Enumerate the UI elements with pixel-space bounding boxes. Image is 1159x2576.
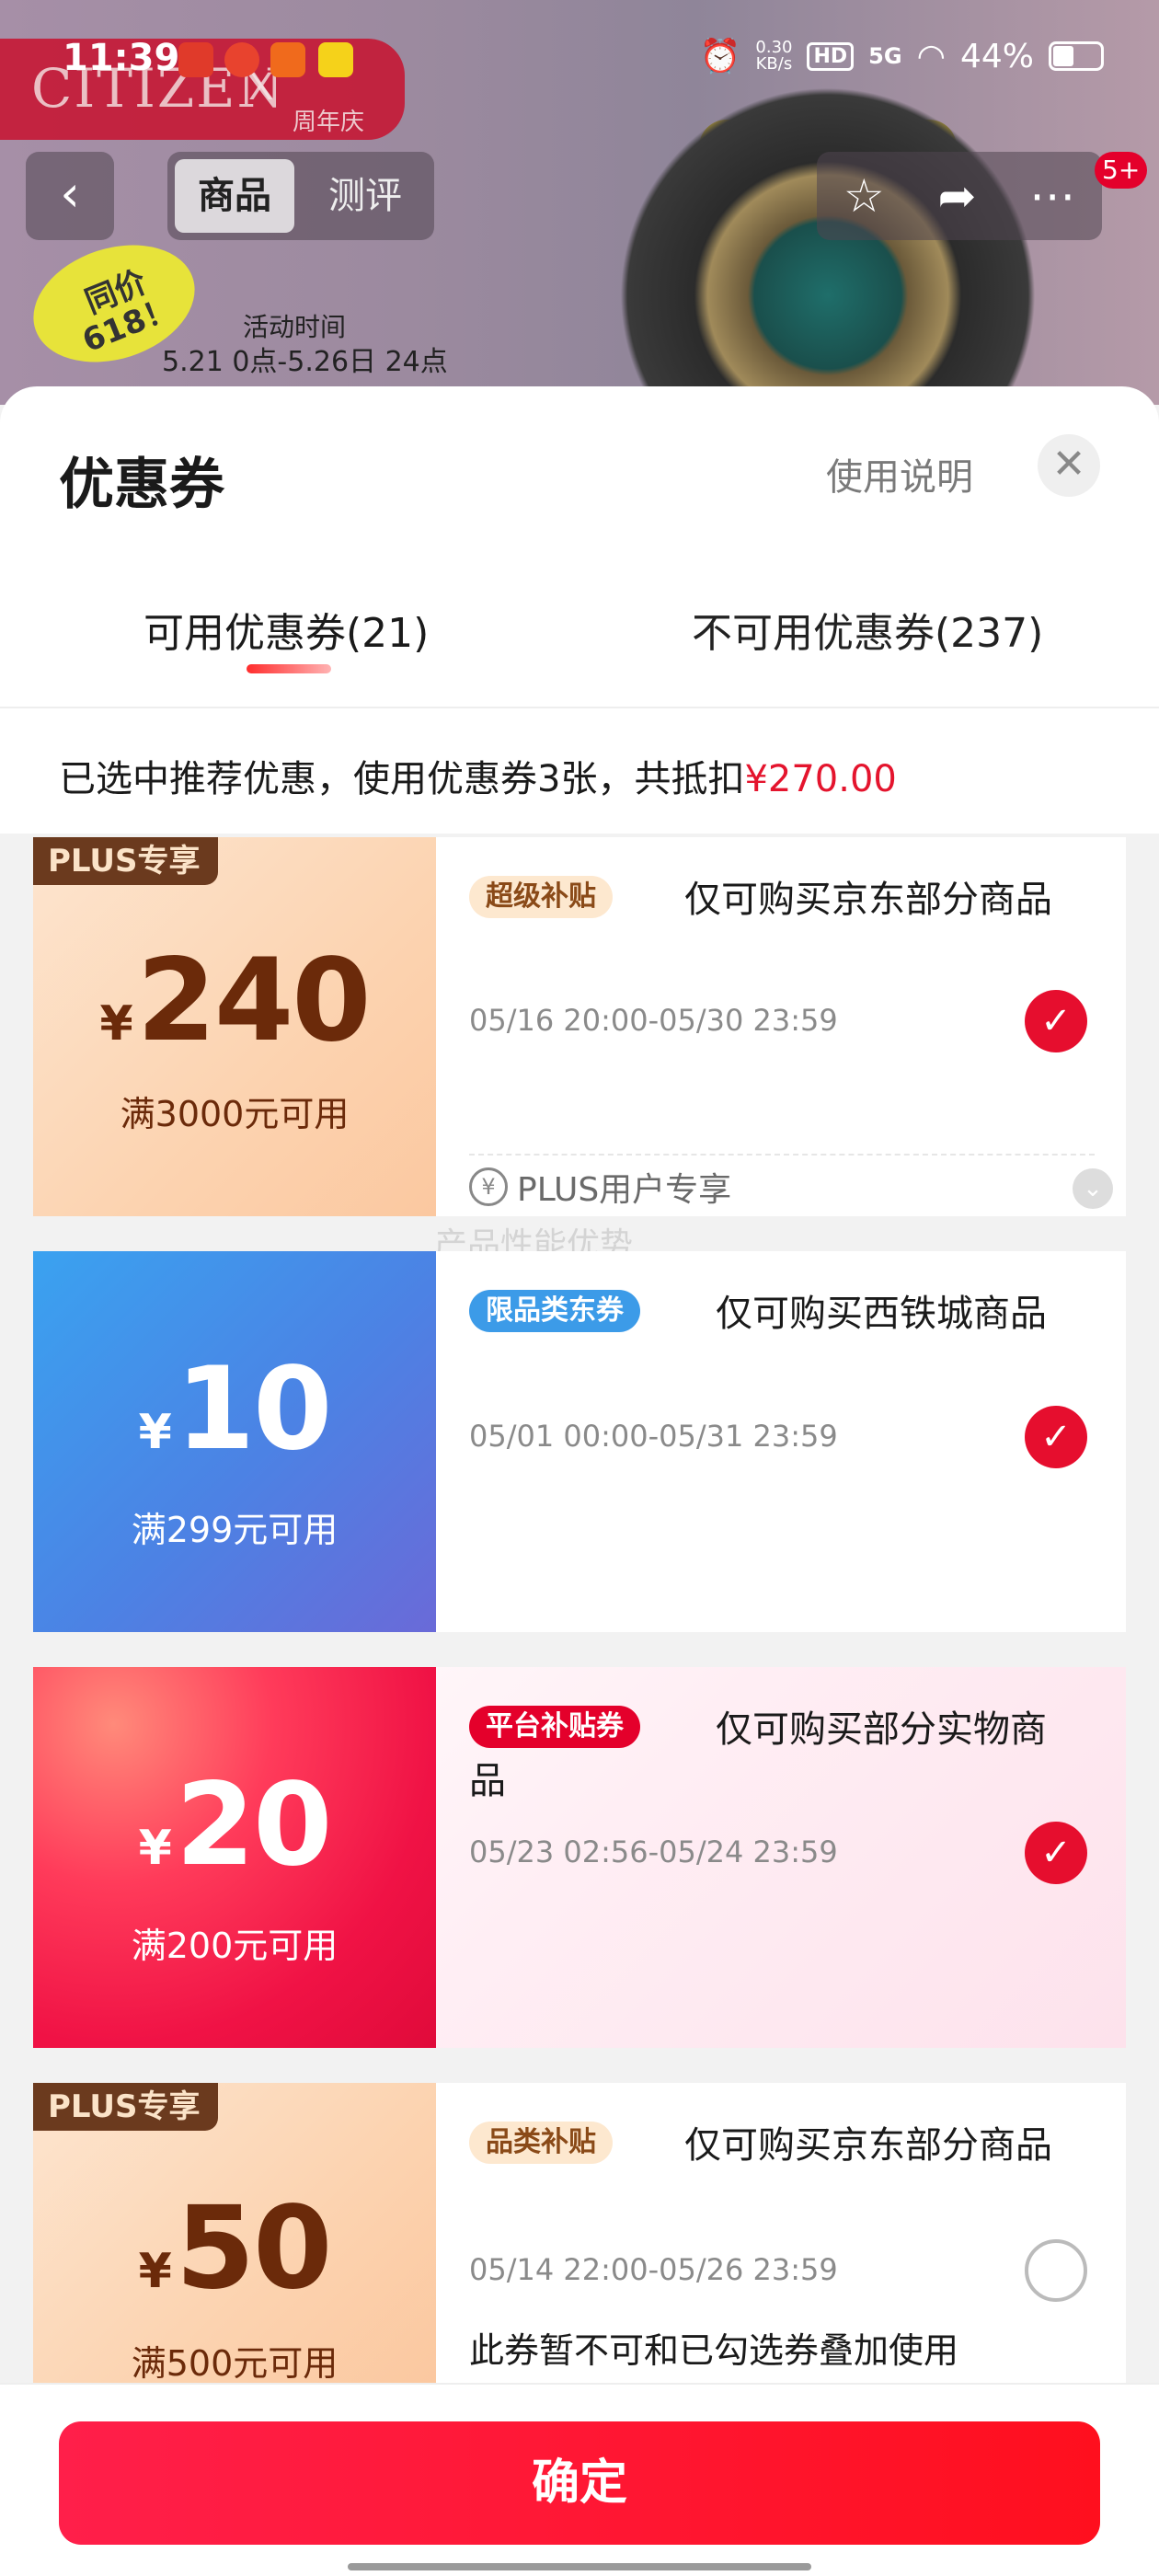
plus-exclusive-badge: PLUS专享 bbox=[33, 837, 219, 885]
confirm-button[interactable]: 确定 bbox=[59, 2421, 1100, 2545]
usage-instructions-link[interactable]: 使用说明 bbox=[826, 447, 973, 500]
coupon-amount: ¥10 bbox=[33, 1343, 436, 1476]
summary-amount: ¥270.00 bbox=[744, 758, 897, 800]
expand-chevron-icon[interactable]: ⌄ bbox=[1073, 1168, 1113, 1209]
coupon-details: 平台补贴券 仅可购买部分实物商 品 05/23 02:56-05/24 23:5… bbox=[436, 1667, 1126, 2048]
coupon-selected-checkbox[interactable]: ✓ bbox=[1025, 1406, 1087, 1468]
plus-exclusive-badge: PLUS专享 bbox=[33, 2083, 219, 2131]
battery-icon bbox=[1049, 41, 1104, 71]
watch-image bbox=[570, 83, 1085, 405]
amount-value: 10 bbox=[175, 1343, 333, 1476]
coupon-card[interactable]: PLUS专享 ¥240 满3000元可用 超级补贴 仅可购买京东部分商品 05/… bbox=[33, 837, 1126, 1216]
summary-text: 已选中推荐优惠，使用优惠券3张，共抵扣 bbox=[59, 758, 745, 800]
coupon-footer: ¥ PLUS用户专享 bbox=[469, 1163, 731, 1211]
product-tabs: 商品 测评 bbox=[167, 152, 434, 240]
coupon-title: 仅可购买京东部分商品 bbox=[684, 879, 1052, 921]
status-indicators: ⏰ 0.30 KB/s HD 5G ◠ 44% bbox=[700, 37, 1104, 75]
tab-product[interactable]: 商品 bbox=[175, 159, 294, 233]
amount-value: 240 bbox=[136, 935, 372, 1067]
coupon-amount: ¥240 bbox=[33, 935, 436, 1067]
close-button[interactable]: ✕ bbox=[1038, 434, 1100, 497]
coupon-title-line2: 品 bbox=[469, 1760, 506, 1802]
anniversary-label: 周年庆 bbox=[293, 109, 365, 136]
top-navigation: ‹ 商品 测评 ☆ ➦ ⋯ 5+ bbox=[0, 152, 1159, 240]
app-notification-icon bbox=[270, 42, 305, 77]
currency-symbol: ¥ bbox=[138, 1821, 172, 1876]
status-time: 11:39 bbox=[63, 37, 180, 79]
coupon-title-line1: 仅可购买部分实物商 bbox=[716, 1708, 1047, 1751]
currency-symbol: ¥ bbox=[99, 996, 133, 1052]
currency-symbol: ¥ bbox=[138, 2244, 172, 2299]
bottom-action-bar: 确定 bbox=[0, 2383, 1159, 2576]
coupon-amount: ¥50 bbox=[33, 2182, 436, 2315]
coupon-validity: 05/14 22:00-05/26 23:59 bbox=[469, 2252, 838, 2287]
coupon-condition: 满200元可用 bbox=[131, 1926, 339, 1966]
currency-symbol: ¥ bbox=[138, 1405, 172, 1460]
app-notification-icon bbox=[178, 42, 213, 77]
home-indicator bbox=[348, 2563, 811, 2570]
close-icon: ✕ bbox=[1051, 441, 1086, 488]
back-button[interactable]: ‹ bbox=[26, 152, 114, 240]
coupon-validity: 05/23 02:56-05/24 23:59 bbox=[469, 1834, 838, 1869]
selection-summary: 已选中推荐优惠，使用优惠券3张，共抵扣¥270.00 bbox=[59, 749, 897, 802]
coupon-tag: 超级补贴 bbox=[469, 876, 613, 918]
battery-percent: 44% bbox=[959, 37, 1034, 75]
yen-circle-icon: ¥ bbox=[469, 1167, 508, 1206]
coupon-card[interactable]: ¥10 满299元可用 限品类东券 仅可购买西铁城商品 05/01 00:00-… bbox=[33, 1251, 1126, 1632]
coupon-tag: 限品类东券 bbox=[469, 1290, 640, 1332]
tab-divider bbox=[0, 707, 1159, 708]
wifi-icon: ◠ bbox=[916, 37, 946, 75]
coupon-card[interactable]: ¥20 满200元可用 平台补贴券 仅可购买部分实物商 品 05/23 02:5… bbox=[33, 1667, 1126, 2048]
coupon-amount: ¥20 bbox=[33, 1759, 436, 1892]
hd-icon: HD bbox=[807, 41, 855, 71]
coupon-condition: 满500元可用 bbox=[131, 2343, 339, 2383]
tab-unavailable-coupons[interactable]: 不可用优惠券(237) bbox=[692, 600, 1043, 659]
tab-available-coupons[interactable]: 可用优惠券(21) bbox=[143, 600, 429, 659]
active-tab-indicator bbox=[247, 664, 331, 673]
coupon-selected-checkbox[interactable]: ✓ bbox=[1025, 990, 1087, 1052]
sheet-title: 优惠券 bbox=[59, 453, 224, 517]
alarm-icon: ⏰ bbox=[699, 38, 741, 75]
coupon-selected-checkbox[interactable]: ✓ bbox=[1025, 1822, 1087, 1884]
coupon-card[interactable]: PLUS专享 ¥50 满500元可用 品类补贴 仅可购买京东部分商品 05/14… bbox=[33, 2083, 1126, 2383]
coupon-tag: 平台补贴券 bbox=[469, 1706, 640, 1748]
status-bar: 11:39 ⏰ 0.30 KB/s HD 5G ◠ 44% bbox=[0, 0, 1159, 79]
favorite-star-icon[interactable]: ☆ bbox=[843, 169, 885, 223]
coupon-validity: 05/01 00:00-05/31 23:59 bbox=[469, 1419, 838, 1454]
share-icon[interactable]: ➦ bbox=[937, 169, 976, 223]
more-icon[interactable]: ⋯ bbox=[1029, 169, 1075, 223]
app-notification-icon bbox=[224, 42, 259, 77]
coupon-validity: 05/16 20:00-05/30 23:59 bbox=[469, 1003, 838, 1038]
coupon-title: 仅可购买京东部分商品 bbox=[684, 2124, 1052, 2167]
coupon-title: 仅可购买西铁城商品 bbox=[716, 1293, 1047, 1335]
message-badge: 5+ bbox=[1095, 152, 1148, 189]
coupon-condition: 满3000元可用 bbox=[120, 1094, 350, 1134]
activity-dates: 5.21 0点-5.26日 24点 bbox=[162, 346, 448, 378]
coupon-stacking-note: 此券暂不可和已勾选券叠加使用 bbox=[469, 2330, 959, 2371]
coupon-footer-divider bbox=[469, 1154, 1095, 1156]
coupon-tag: 品类补贴 bbox=[469, 2122, 613, 2164]
tab-review[interactable]: 测评 bbox=[315, 159, 416, 233]
app-notification-icon bbox=[318, 42, 353, 77]
coupon-unselected-radio[interactable] bbox=[1025, 2239, 1087, 2302]
coupon-condition: 满299元可用 bbox=[131, 1510, 339, 1550]
coupon-details: 限品类东券 仅可购买西铁城商品 05/01 00:00-05/31 23:59 bbox=[436, 1251, 1126, 1632]
net-speed-unit: KB/s bbox=[755, 54, 793, 74]
net-speed: 0.30 KB/s bbox=[755, 40, 792, 73]
amount-value: 20 bbox=[175, 1759, 333, 1892]
amount-value: 50 bbox=[175, 2182, 333, 2315]
coupon-footer-text: PLUS用户专享 bbox=[517, 1171, 732, 1209]
signal-icon: 5G bbox=[868, 43, 902, 69]
nav-actions: ☆ ➦ ⋯ bbox=[817, 152, 1102, 240]
coupon-details: 超级补贴 仅可购买京东部分商品 05/16 20:00-05/30 23:59 bbox=[436, 837, 1126, 1216]
chevron-left-icon: ‹ bbox=[60, 165, 80, 223]
